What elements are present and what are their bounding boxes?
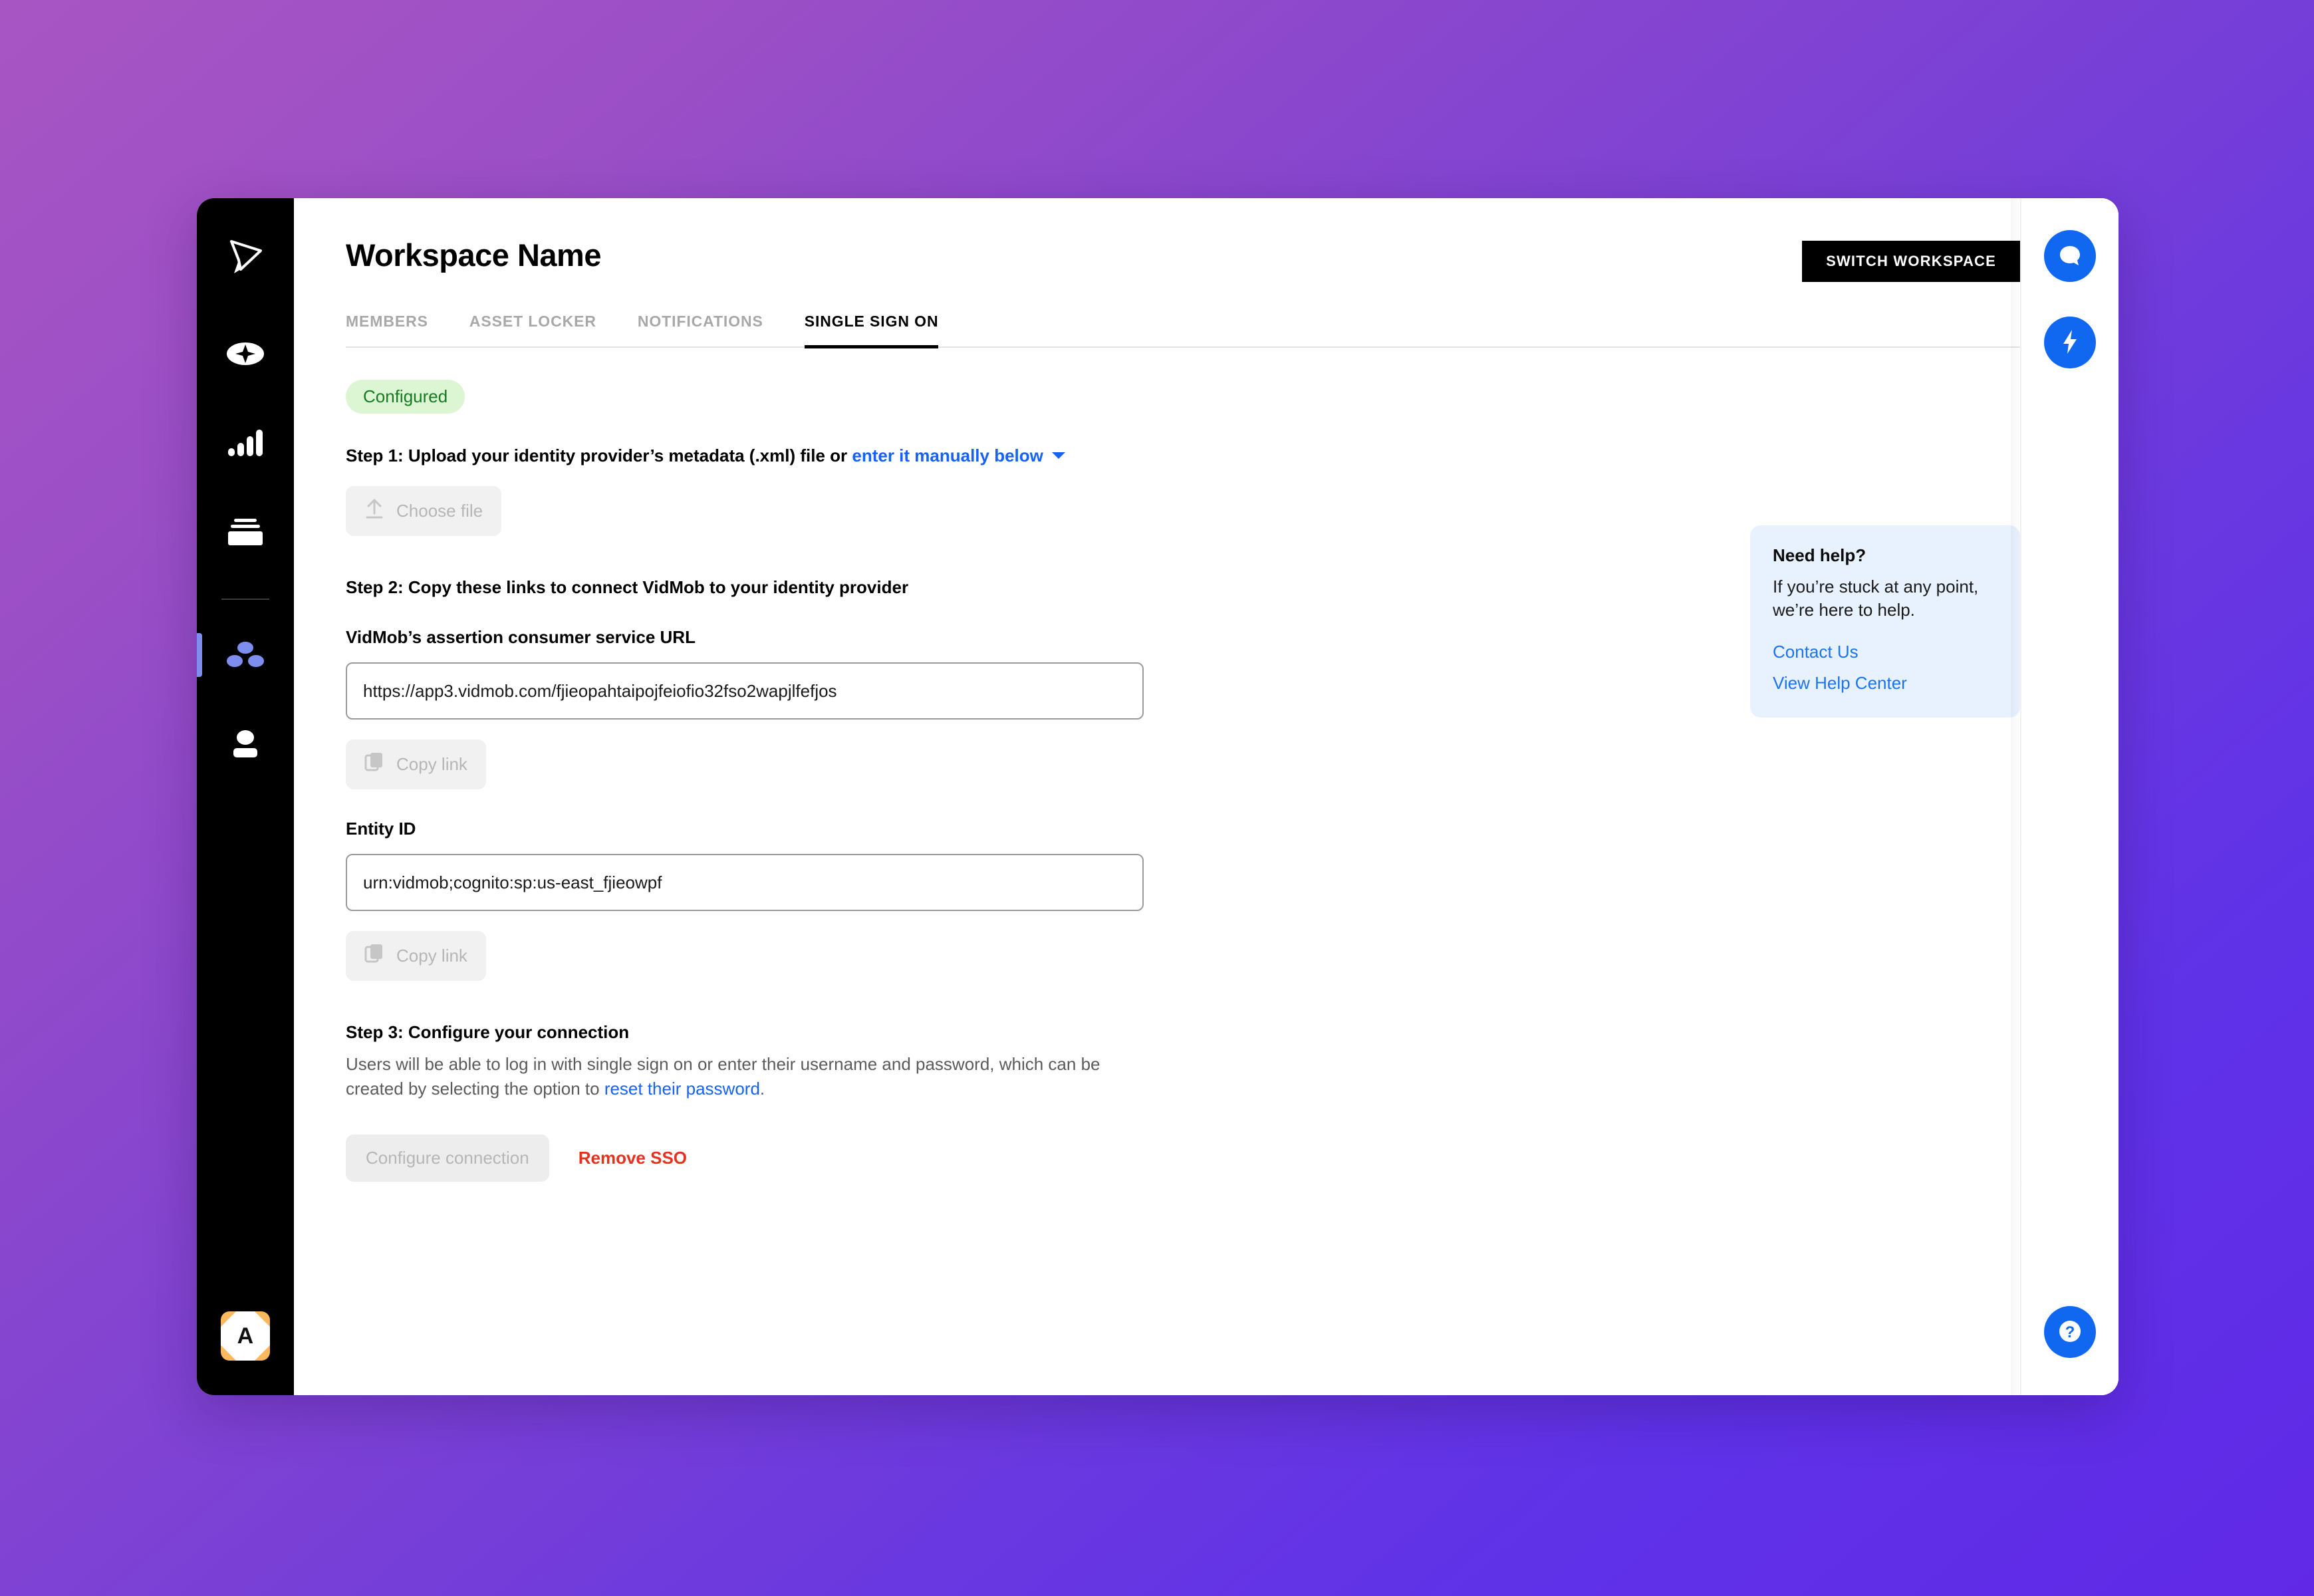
- page-title: Workspace Name: [346, 237, 602, 273]
- tab-bar: MEMBERS ASSET LOCKER NOTIFICATIONS SINGL…: [346, 313, 2023, 348]
- app-window: A Workspace Name SWITCH WORKSPACE MEMBER…: [197, 198, 2119, 1395]
- upload-arrow-icon: [364, 498, 384, 524]
- reset-password-link[interactable]: reset their password: [604, 1079, 760, 1099]
- tab-members[interactable]: MEMBERS: [346, 313, 428, 348]
- tab-notifications[interactable]: NOTIFICATIONS: [638, 313, 763, 348]
- enter-manually-link[interactable]: enter it manually below: [852, 446, 1043, 466]
- chat-bubble-icon: [2055, 241, 2085, 272]
- contact-us-link[interactable]: Contact Us: [1773, 642, 1997, 662]
- copy-entity-id-label: Copy link: [396, 946, 467, 966]
- choose-file-label: Choose file: [396, 501, 483, 521]
- copy-icon: [364, 943, 384, 969]
- help-card-body: If you’re stuck at any point, we’re here…: [1773, 577, 1979, 620]
- copy-acs-url-button[interactable]: Copy link: [346, 739, 486, 789]
- main-content: Workspace Name SWITCH WORKSPACE MEMBERS …: [294, 198, 2119, 1395]
- sidebar-item-analytics[interactable]: [209, 408, 282, 480]
- entity-id-label: Entity ID: [346, 819, 416, 839]
- header: Workspace Name SWITCH WORKSPACE: [346, 237, 2119, 282]
- avatar-initial: A: [237, 1323, 254, 1349]
- step3-description-suffix: .: [759, 1078, 765, 1099]
- choose-file-button[interactable]: Choose file: [346, 486, 502, 536]
- step3-heading: Step 3: Configure your connection: [346, 1022, 630, 1042]
- rail-shadow: [2011, 198, 2021, 1395]
- help-button[interactable]: ?: [2044, 1306, 2096, 1358]
- stack-icon: [226, 517, 265, 550]
- chevron-down-icon[interactable]: [1051, 444, 1066, 465]
- step1-heading-text: Step 1: Upload your identity provider’s …: [346, 446, 852, 466]
- step3-description: Users will be able to log in with single…: [346, 1052, 1137, 1101]
- sidebar-item-vidmob-logo[interactable]: [213, 226, 277, 290]
- sidebar-nav: A: [197, 198, 294, 1395]
- step1-heading: Step 1: Upload your identity provider’s …: [346, 444, 2119, 466]
- copy-acs-url-label: Copy link: [396, 754, 467, 774]
- lightning-bolt-icon: [2057, 327, 2083, 358]
- vidmob-logo-icon: [225, 236, 266, 281]
- view-help-center-link[interactable]: View Help Center: [1773, 673, 1997, 694]
- svg-text:?: ?: [2065, 1323, 2075, 1341]
- bar-chart-icon: [227, 428, 264, 461]
- chat-button[interactable]: [2044, 230, 2096, 282]
- help-card-title: Need help?: [1773, 545, 1866, 565]
- entity-id-input[interactable]: [346, 854, 1144, 911]
- switch-workspace-button[interactable]: SWITCH WORKSPACE: [1802, 241, 2020, 282]
- step3-actions: Configure connection Remove SSO: [346, 1134, 2119, 1182]
- sidebar-item-workspace-settings[interactable]: [197, 620, 282, 692]
- sidebar-item-people[interactable]: [209, 709, 282, 781]
- person-icon: [228, 729, 263, 761]
- question-mark-icon: ?: [2053, 1315, 2087, 1350]
- sidebar-item-library[interactable]: [209, 497, 282, 569]
- remove-sso-button[interactable]: Remove SSO: [578, 1148, 687, 1168]
- quick-actions-button[interactable]: [2044, 317, 2096, 368]
- help-card: Need help? If you’re stuck at any point,…: [1750, 525, 2020, 718]
- tab-asset-locker[interactable]: ASSET LOCKER: [469, 313, 596, 348]
- copy-entity-id-button[interactable]: Copy link: [346, 931, 486, 981]
- sidebar-divider: [221, 598, 269, 600]
- three-dots-icon: [226, 639, 265, 673]
- sidebar-item-create[interactable]: [209, 319, 282, 391]
- avatar[interactable]: A: [221, 1311, 270, 1361]
- action-rail: ?: [2011, 198, 2119, 1395]
- tab-single-sign-on[interactable]: SINGLE SIGN ON: [804, 313, 939, 348]
- sparkle-icon: [225, 340, 265, 371]
- configure-connection-button[interactable]: Configure connection: [346, 1134, 549, 1182]
- copy-icon: [364, 751, 384, 777]
- status-badge: Configured: [346, 380, 465, 414]
- acs-url-input[interactable]: [346, 662, 1144, 720]
